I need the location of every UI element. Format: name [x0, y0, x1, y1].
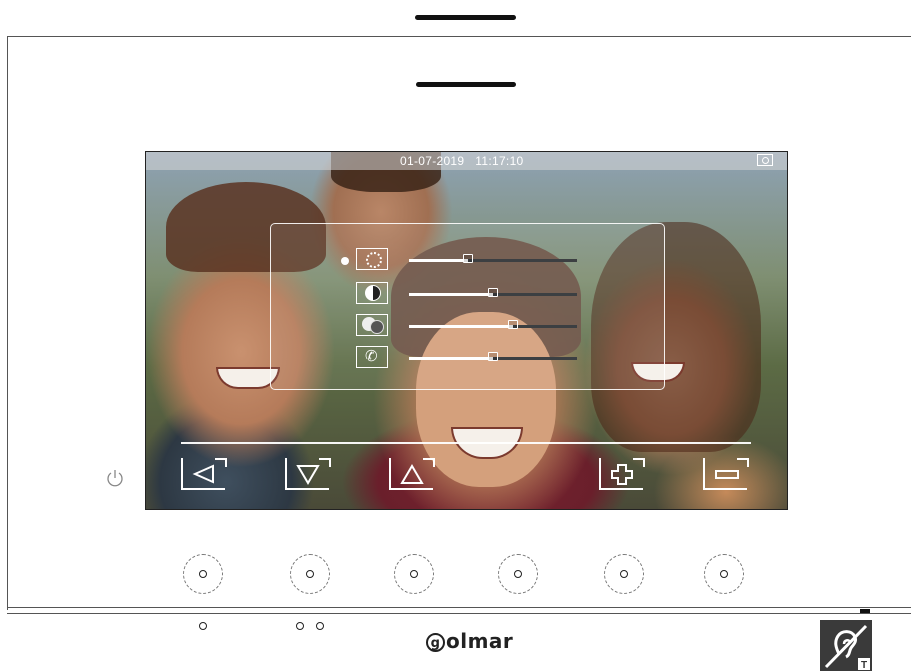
slider-fill — [409, 357, 493, 360]
status-bar: 01-07-2019 11:17:10 — [146, 152, 787, 170]
logo-text: olmar — [446, 629, 514, 653]
slider-thumb[interactable] — [488, 352, 498, 361]
brightness-row[interactable] — [271, 248, 664, 272]
plus-softkey[interactable] — [599, 458, 645, 490]
slider-fill — [409, 259, 468, 262]
image-settings-panel — [270, 223, 665, 390]
call-volume-row[interactable] — [271, 346, 664, 370]
softkey-divider — [181, 442, 751, 444]
triangle-left-icon — [192, 464, 214, 484]
video-screen: 01-07-2019 11:17:10 — [145, 151, 788, 510]
contrast-icon — [356, 282, 388, 304]
back-softkey[interactable] — [181, 458, 227, 490]
camera-monitor-icon — [757, 154, 773, 166]
logo-glyph: g — [426, 633, 445, 652]
slider-fill — [409, 293, 493, 296]
hardware-button-6[interactable] — [704, 554, 744, 594]
status-led — [296, 622, 304, 630]
call-volume-slider[interactable] — [409, 352, 577, 361]
down-softkey[interactable] — [285, 458, 331, 490]
triangle-down-icon — [296, 465, 320, 485]
minus-softkey[interactable] — [703, 458, 749, 490]
hardware-button-2[interactable] — [290, 554, 330, 594]
contrast-slider[interactable] — [409, 288, 577, 297]
speaker-slot — [416, 82, 516, 87]
slider-fill — [409, 325, 514, 328]
triangle-up-icon — [400, 464, 424, 484]
hardware-button-5[interactable] — [604, 554, 644, 594]
status-led — [199, 622, 207, 630]
plus-icon — [611, 464, 633, 485]
slider-thumb[interactable] — [462, 254, 473, 263]
slider-thumb[interactable] — [508, 320, 519, 329]
date-text: 01-07-2019 — [400, 154, 465, 168]
contrast-row[interactable] — [271, 282, 664, 306]
color-icon — [356, 314, 388, 336]
indicator-mark — [860, 609, 870, 613]
hearing-loop-t-icon: T — [820, 620, 872, 671]
slider-thumb[interactable] — [488, 288, 498, 297]
up-softkey[interactable] — [389, 458, 435, 490]
brightness-slider[interactable] — [409, 254, 577, 263]
svg-text:T: T — [861, 660, 867, 671]
brightness-icon — [356, 248, 388, 270]
hardware-button-4[interactable] — [498, 554, 538, 594]
bottom-separator — [7, 613, 911, 614]
power-icon[interactable] — [105, 468, 125, 488]
datetime-display: 01-07-2019 11:17:10 — [400, 154, 524, 168]
status-led — [316, 622, 324, 630]
selection-dot — [341, 257, 349, 265]
top-handle-bar — [415, 15, 516, 20]
bottom-separator — [7, 607, 911, 608]
brand-logo: g olmar — [426, 629, 513, 653]
hardware-button-1[interactable] — [183, 554, 223, 594]
color-slider[interactable] — [409, 320, 577, 329]
color-row[interactable] — [271, 314, 664, 338]
hardware-button-3[interactable] — [394, 554, 434, 594]
minus-icon — [715, 470, 739, 479]
call-volume-icon — [356, 346, 388, 368]
time-text: 11:17:10 — [475, 154, 524, 168]
